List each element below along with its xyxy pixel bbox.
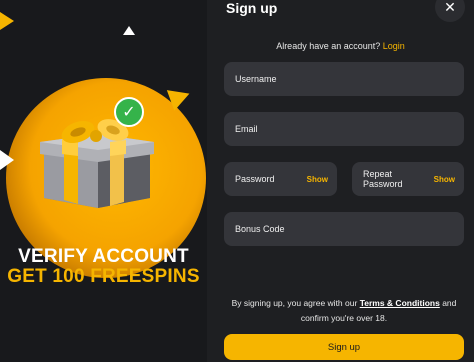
terms-link[interactable]: Terms & Conditions xyxy=(360,298,440,308)
terms-prefix: By signing up, you agree with our xyxy=(231,298,358,308)
password-field[interactable]: Password Show xyxy=(224,162,337,196)
login-link[interactable]: Login xyxy=(383,41,405,51)
email-placeholder: Email xyxy=(235,124,258,134)
username-field[interactable]: Username xyxy=(224,62,464,96)
terms-notice: By signing up, you agree with our Terms … xyxy=(224,296,464,326)
username-placeholder: Username xyxy=(235,74,277,84)
have-account-text: Already have an account? xyxy=(276,41,381,51)
decor-triangle-left-icon xyxy=(0,150,14,170)
decor-triangle-white-icon xyxy=(123,26,135,35)
password-show-toggle[interactable]: Show xyxy=(307,175,328,184)
promo-panel: ✓ VERIFY ACCOUNT GET 100 FREESPINS xyxy=(0,0,207,362)
bonus-code-placeholder: Bonus Code xyxy=(235,224,285,234)
page-title: Sign up xyxy=(226,0,278,16)
repeat-password-show-toggle[interactable]: Show xyxy=(434,175,455,184)
password-placeholder: Password xyxy=(235,174,275,184)
promo-offer: GET 100 FREESPINS xyxy=(7,266,200,287)
repeat-password-placeholder: Repeat Password xyxy=(363,169,403,189)
email-field[interactable]: Email xyxy=(224,112,464,146)
signup-button[interactable]: Sign up xyxy=(224,334,464,360)
gift-icon xyxy=(40,119,154,208)
have-account-line: Already have an account? Login xyxy=(207,41,474,51)
promo-heading: VERIFY ACCOUNT xyxy=(18,246,189,267)
verified-check-icon: ✓ xyxy=(114,97,144,127)
repeat-password-field[interactable]: Repeat Password Show xyxy=(352,162,464,196)
bonus-code-field[interactable]: Bonus Code xyxy=(224,212,464,246)
signup-form: Sign up ✕ Already have an account? Login… xyxy=(207,0,474,362)
close-icon[interactable]: ✕ xyxy=(435,0,465,22)
play-icon xyxy=(0,12,14,30)
